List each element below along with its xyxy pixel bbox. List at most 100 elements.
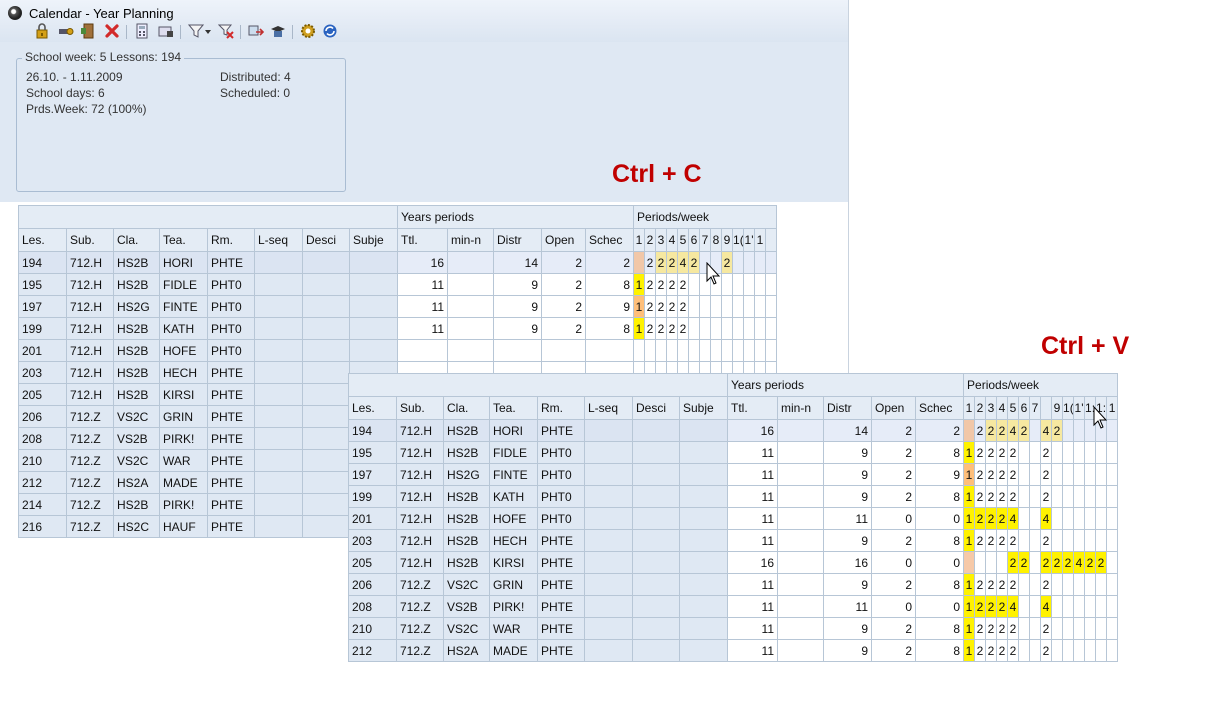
- description-cell[interactable]: [302, 251, 350, 274]
- total-periods-cell[interactable]: 11: [397, 295, 448, 318]
- column-header[interactable]: L-seq: [584, 396, 633, 420]
- room-cell[interactable]: PHTE: [537, 529, 585, 552]
- period-cell[interactable]: [743, 273, 756, 296]
- teacher-cell[interactable]: FIDLE: [489, 441, 538, 464]
- period-cell[interactable]: 2: [974, 463, 987, 486]
- description-cell[interactable]: [632, 507, 680, 530]
- open-cell[interactable]: [541, 339, 586, 362]
- class-cell[interactable]: VS2B: [443, 595, 490, 618]
- subject-cell[interactable]: 712.H: [66, 273, 114, 296]
- min-periods-cell[interactable]: [777, 617, 824, 640]
- description-cell[interactable]: [302, 515, 350, 538]
- distributed-cell[interactable]: 14: [493, 251, 542, 274]
- period-cell[interactable]: [1073, 595, 1086, 618]
- period-cell[interactable]: 1: [963, 617, 976, 640]
- min-periods-cell[interactable]: [447, 273, 494, 296]
- period-cell[interactable]: [1084, 529, 1097, 552]
- period-cell[interactable]: 2: [1040, 441, 1053, 464]
- period-cell[interactable]: 2: [721, 251, 734, 274]
- period-cell[interactable]: [1029, 485, 1042, 508]
- period-cell[interactable]: 2: [974, 573, 987, 596]
- open-cell[interactable]: 2: [541, 295, 586, 318]
- table-row[interactable]: 199 712.H HS2B KATH PHT0 11 9 2 8 1 2 2 2 2: [18, 317, 778, 340]
- description-cell[interactable]: [302, 317, 350, 340]
- period-cell[interactable]: 2: [974, 529, 987, 552]
- period-cell[interactable]: [633, 339, 646, 362]
- period-cell[interactable]: [1095, 529, 1108, 552]
- period-cell[interactable]: 4: [1040, 419, 1053, 442]
- description-cell[interactable]: [302, 405, 350, 428]
- period-cell[interactable]: 2: [655, 273, 668, 296]
- period-cell[interactable]: [1084, 507, 1097, 530]
- period-column-header[interactable]: 6: [688, 228, 701, 252]
- period-cell[interactable]: [1062, 617, 1075, 640]
- period-cell[interactable]: 2: [655, 317, 668, 340]
- distributed-cell[interactable]: [493, 339, 542, 362]
- period-column-header[interactable]: 1: [963, 396, 976, 420]
- period-cell[interactable]: 2: [1040, 617, 1053, 640]
- lesson-seq-cell[interactable]: [254, 427, 303, 450]
- period-column-header[interactable]: 3: [655, 228, 668, 252]
- subject-group-cell[interactable]: [679, 529, 728, 552]
- teacher-cell[interactable]: KIRSI: [159, 383, 208, 406]
- period-cell[interactable]: [1073, 507, 1086, 530]
- room-cell[interactable]: PHT0: [207, 273, 255, 296]
- period-cell[interactable]: 2: [974, 639, 987, 662]
- lesson-seq-cell[interactable]: [254, 405, 303, 428]
- period-cell[interactable]: 2: [666, 317, 679, 340]
- description-cell[interactable]: [302, 295, 350, 318]
- class-cell[interactable]: HS2A: [113, 471, 160, 494]
- subject-cell[interactable]: 712.Z: [66, 493, 114, 516]
- period-column-header[interactable]: 7: [699, 228, 712, 252]
- period-cell[interactable]: [655, 339, 668, 362]
- distributed-cell[interactable]: 14: [823, 419, 872, 442]
- period-cell[interactable]: 2: [1007, 485, 1020, 508]
- room-cell[interactable]: PHT0: [537, 485, 585, 508]
- class-cell[interactable]: VS2C: [113, 405, 160, 428]
- min-periods-cell[interactable]: [447, 295, 494, 318]
- period-cell[interactable]: 2: [1040, 529, 1053, 552]
- period-cell[interactable]: [1073, 441, 1086, 464]
- column-header[interactable]: Tea.: [159, 228, 208, 252]
- period-cell[interactable]: 2: [996, 485, 1009, 508]
- period-cell[interactable]: 2: [974, 419, 987, 442]
- min-periods-cell[interactable]: [777, 595, 824, 618]
- open-cell[interactable]: 2: [541, 317, 586, 340]
- total-periods-cell[interactable]: 11: [727, 573, 778, 596]
- room-cell[interactable]: PHTE: [207, 361, 255, 384]
- room-cell[interactable]: PHT0: [207, 317, 255, 340]
- scheduled-cell[interactable]: 0: [914, 551, 965, 574]
- period-cell[interactable]: 2: [677, 273, 690, 296]
- period-cell[interactable]: 2: [985, 463, 998, 486]
- subject-cell[interactable]: 712.H: [66, 361, 114, 384]
- min-periods-cell[interactable]: [777, 463, 824, 486]
- scheduled-cell[interactable]: 9: [584, 295, 635, 318]
- period-cell[interactable]: 1: [963, 507, 976, 530]
- period-cell[interactable]: 2: [996, 573, 1009, 596]
- period-cell[interactable]: [743, 251, 756, 274]
- period-cell[interactable]: 4: [1007, 419, 1020, 442]
- teacher-cell[interactable]: FINTE: [159, 295, 208, 318]
- period-cell[interactable]: 2: [677, 317, 690, 340]
- subject-cell[interactable]: 712.Z: [396, 639, 444, 662]
- total-periods-cell[interactable]: 11: [727, 529, 778, 552]
- period-cell[interactable]: [1029, 441, 1042, 464]
- period-cell[interactable]: 2: [1040, 463, 1053, 486]
- min-periods-cell[interactable]: [777, 507, 824, 530]
- min-periods-cell[interactable]: [777, 551, 824, 574]
- period-cell[interactable]: 2: [996, 463, 1009, 486]
- subject-cell[interactable]: 712.Z: [396, 573, 444, 596]
- lesson-seq-cell[interactable]: [254, 449, 303, 472]
- table-row[interactable]: 194 712.H HS2B HORI PHTE 16 14 2 2 2 2 2 4 2 4 2: [348, 419, 1119, 442]
- distributed-cell[interactable]: 9: [823, 529, 872, 552]
- period-cell[interactable]: [1095, 441, 1108, 464]
- period-cell[interactable]: 2: [996, 529, 1009, 552]
- subject-group-cell[interactable]: [349, 295, 398, 318]
- period-column-header[interactable]: 1: [754, 228, 767, 252]
- description-cell[interactable]: [632, 595, 680, 618]
- class-cell[interactable]: HS2G: [443, 463, 490, 486]
- description-cell[interactable]: [632, 529, 680, 552]
- period-cell[interactable]: [1062, 595, 1075, 618]
- column-header[interactable]: Ttl.: [727, 396, 778, 420]
- distributed-cell[interactable]: 9: [493, 317, 542, 340]
